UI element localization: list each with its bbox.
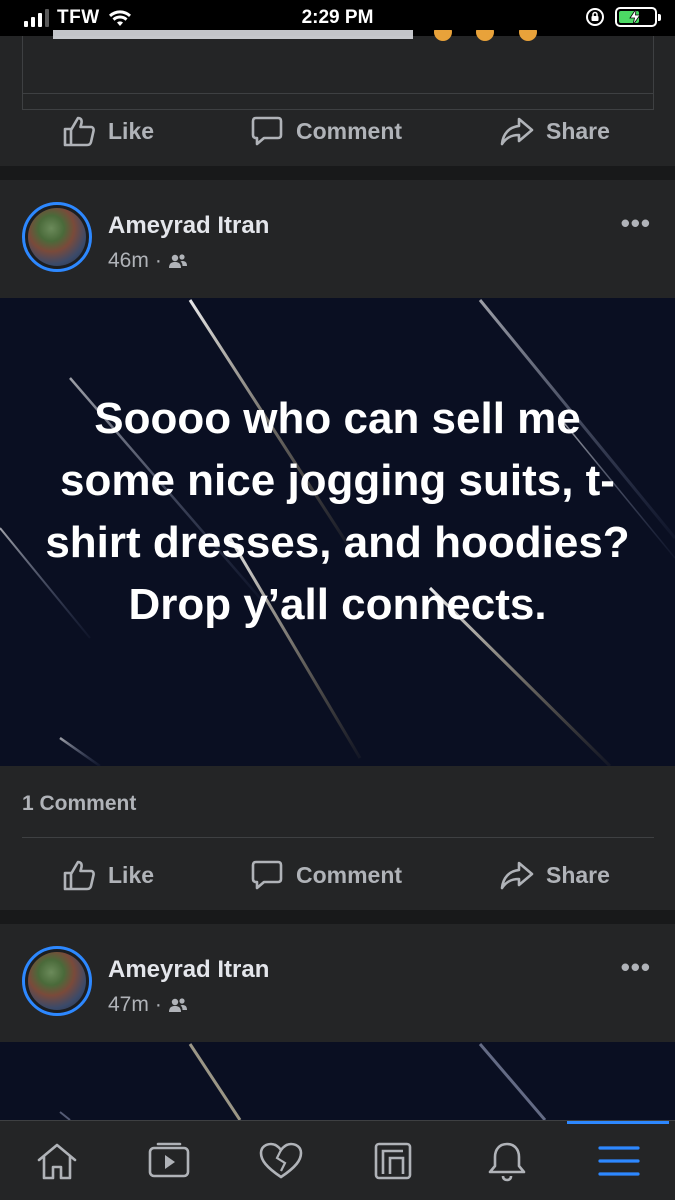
post-background: Soooo who can sell me some nice jogging …: [0, 298, 675, 766]
bottom-navigation: [0, 1120, 675, 1200]
comment-icon: [251, 860, 283, 890]
notifications-icon[interactable]: [477, 1135, 537, 1187]
post-card: Ameyrad Itran 46m · ••• Soooo who can se…: [0, 180, 675, 910]
friends-icon: [168, 254, 187, 268]
avatar[interactable]: [22, 202, 92, 272]
previous-post-card: Like Comment Share: [0, 30, 675, 166]
post-card: Ameyrad Itran 47m · •••: [0, 924, 675, 1120]
pages-icon[interactable]: [363, 1135, 423, 1187]
post-text: Soooo who can sell me some nice jogging …: [45, 394, 630, 629]
comment-icon: [251, 116, 283, 146]
share-button[interactable]: Share: [500, 115, 610, 147]
comment-button[interactable]: Comment: [250, 115, 402, 147]
share-icon: [500, 861, 534, 890]
orientation-lock-icon: [586, 8, 604, 26]
like-label: Like: [108, 861, 155, 888]
comment-button[interactable]: Comment: [250, 859, 402, 891]
post-header: Ameyrad Itran 47m · •••: [0, 924, 675, 1042]
more-options-icon[interactable]: •••: [621, 208, 651, 239]
battery-icon: [615, 7, 661, 27]
like-label: Like: [108, 117, 155, 144]
post-time[interactable]: 46m: [108, 249, 149, 273]
comment-label: Comment: [296, 861, 403, 888]
post-meta: 46m ·: [108, 249, 188, 273]
friends-icon: [168, 998, 187, 1012]
status-time: 2:29 PM: [301, 7, 374, 28]
watch-icon[interactable]: [139, 1135, 199, 1187]
post-header: Ameyrad Itran 46m · •••: [0, 180, 675, 298]
more-options-icon[interactable]: •••: [621, 952, 651, 983]
post-meta: 47m ·: [108, 993, 188, 1017]
author-name[interactable]: Ameyrad Itran: [108, 956, 269, 984]
comment-count[interactable]: 1 Comment: [22, 792, 136, 816]
post-time[interactable]: 47m: [108, 993, 149, 1017]
like-button[interactable]: Like: [62, 859, 154, 891]
post-background: [0, 1042, 675, 1120]
like-button[interactable]: Like: [62, 115, 154, 147]
share-label: Share: [546, 117, 610, 144]
share-label: Share: [546, 861, 610, 888]
dating-icon[interactable]: [251, 1135, 311, 1187]
share-icon: [500, 117, 534, 146]
avatar[interactable]: [22, 946, 92, 1016]
like-icon: [63, 860, 95, 891]
active-tab-indicator: [567, 1121, 669, 1124]
author-name[interactable]: Ameyrad Itran: [108, 212, 269, 240]
menu-icon[interactable]: [589, 1135, 649, 1187]
comment-label: Comment: [296, 117, 403, 144]
share-button[interactable]: Share: [500, 859, 610, 891]
like-icon: [63, 116, 95, 147]
meteor-streaks-decoration: [59, 1043, 547, 1120]
home-icon[interactable]: [27, 1135, 87, 1187]
